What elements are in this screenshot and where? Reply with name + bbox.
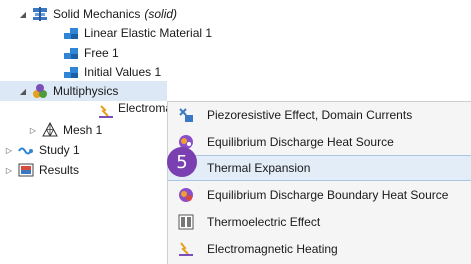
tree-row-free[interactable]: Free 1 [63,43,119,63]
tree-label: Solid Mechanics [53,7,141,21]
context-menu: Piezoresistive Effect, Domain Currents E… [167,101,471,264]
boundary-heat-icon [178,187,194,203]
menu-item-thermal-expansion[interactable]: Thermal Expansion [168,155,471,181]
tree-tag: (solid) [144,7,178,21]
menu-item-piezoresistive[interactable]: Piezoresistive Effect, Domain Currents [168,102,471,128]
collapse-arrow-icon[interactable]: ◢ [18,87,28,96]
menu-item-boundary-heat[interactable]: Equilibrium Discharge Boundary Heat Sour… [168,182,471,208]
solid-mechanics-icon [32,6,48,22]
menu-item-label: Thermal Expansion [207,161,311,175]
material-node-icon [63,25,79,41]
menu-item-label: Thermoelectric Effect [207,215,321,229]
tree-label: Multiphysics [53,84,119,98]
step-badge: 5 [167,147,197,177]
menu-item-em-heating[interactable]: Electromagnetic Heating [168,236,471,262]
menu-item-label: Piezoresistive Effect, Domain Currents [207,108,413,122]
multiphysics-icon [32,83,48,99]
expand-arrow-icon[interactable]: ▷ [4,166,14,175]
menu-item-discharge-heat[interactable]: Equilibrium Discharge Heat Source [168,129,471,155]
expand-arrow-icon[interactable]: ▷ [28,126,38,135]
tree-label: Free 1 [84,46,119,60]
material-node-icon [63,45,79,61]
collapse-arrow-icon[interactable]: ◢ [18,10,28,19]
tree-row-mesh[interactable]: ▷ Mesh 1 [18,120,102,140]
tree-row-multiphysics[interactable]: ◢ Multiphysics [0,81,167,101]
mesh-icon [42,122,58,138]
tree-row-initial-values[interactable]: Initial Values 1 [63,62,161,82]
thermoelectric-icon [178,214,194,230]
tree-label: Mesh 1 [63,123,103,137]
tree-row-solid-mechanics[interactable]: ◢ Solid Mechanics (solid) [18,4,177,24]
tree-row-electromagnetic-partial[interactable] [98,101,119,121]
results-icon [18,162,34,178]
piezoresistive-icon [178,107,194,123]
tree-label: Initial Values 1 [84,65,162,79]
tree-label: Results [39,163,80,177]
tree-label: Study 1 [39,143,80,157]
tree-row-linear-elastic[interactable]: Linear Elastic Material 1 [63,23,212,43]
menu-item-thermoelectric[interactable]: Thermoelectric Effect [168,209,471,235]
tree-row-results[interactable]: ▷ Results [4,160,79,180]
em-heating-icon [98,103,114,119]
expand-arrow-icon[interactable]: ▷ [4,146,14,155]
menu-item-label: Electromagnetic Heating [207,242,338,256]
tree-label-clipped: Electromag [118,101,168,115]
menu-item-label: Equilibrium Discharge Boundary Heat Sour… [207,188,449,202]
material-node-icon [63,64,79,80]
study-icon [18,142,34,158]
tree-label: Linear Elastic Material 1 [84,26,213,40]
tree-row-study[interactable]: ▷ Study 1 [4,140,80,160]
em-heating-icon [178,241,194,257]
menu-item-label: Equilibrium Discharge Heat Source [207,135,394,149]
